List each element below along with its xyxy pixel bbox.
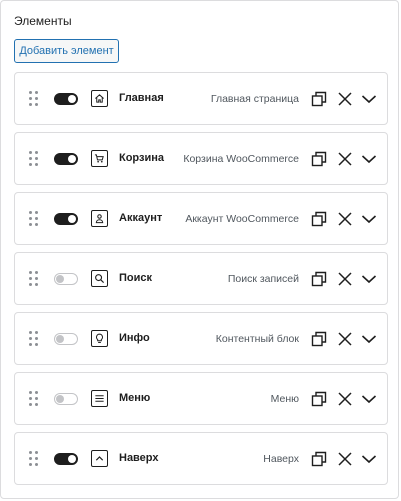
element-label: Инфо bbox=[119, 332, 150, 344]
remove-button[interactable] bbox=[337, 451, 353, 467]
panel-title: Элементы bbox=[14, 14, 72, 28]
user-icon bbox=[91, 210, 108, 227]
chevron-down-icon bbox=[361, 271, 377, 287]
home-icon bbox=[91, 90, 108, 107]
expand-button[interactable] bbox=[361, 91, 377, 107]
duplicate-button[interactable] bbox=[311, 211, 327, 227]
enable-toggle[interactable] bbox=[54, 93, 78, 105]
element-label: Аккаунт bbox=[119, 212, 163, 224]
drag-handle-icon[interactable] bbox=[29, 211, 39, 227]
remove-button[interactable] bbox=[337, 151, 353, 167]
element-row: Наверх Наверх bbox=[14, 432, 388, 485]
remove-button[interactable] bbox=[337, 331, 353, 347]
close-icon bbox=[337, 391, 353, 407]
element-row: Меню Меню bbox=[14, 372, 388, 425]
element-description: Меню bbox=[270, 393, 299, 405]
enable-toggle[interactable] bbox=[54, 213, 78, 225]
duplicate-button[interactable] bbox=[311, 451, 327, 467]
element-description: Наверх bbox=[263, 453, 299, 465]
close-icon bbox=[337, 211, 353, 227]
element-description: Корзина WooCommerce bbox=[183, 153, 299, 165]
drag-handle-icon[interactable] bbox=[29, 451, 39, 467]
expand-button[interactable] bbox=[361, 391, 377, 407]
remove-button[interactable] bbox=[337, 271, 353, 287]
expand-button[interactable] bbox=[361, 451, 377, 467]
menu-icon bbox=[91, 390, 108, 407]
chevron-down-icon bbox=[361, 451, 377, 467]
duplicate-icon bbox=[311, 271, 327, 287]
close-icon bbox=[337, 271, 353, 287]
element-label: Поиск bbox=[119, 272, 153, 284]
element-label: Наверх bbox=[119, 452, 159, 464]
chevron-down-icon bbox=[361, 211, 377, 227]
cart-icon bbox=[91, 150, 108, 167]
remove-button[interactable] bbox=[337, 91, 353, 107]
drag-handle-icon[interactable] bbox=[29, 151, 39, 167]
element-description: Аккаунт WooCommerce bbox=[185, 213, 299, 225]
duplicate-icon bbox=[311, 91, 327, 107]
remove-button[interactable] bbox=[337, 211, 353, 227]
chevron-down-icon bbox=[361, 91, 377, 107]
duplicate-button[interactable] bbox=[311, 271, 327, 287]
chevron-down-icon bbox=[361, 391, 377, 407]
chevron-down-icon bbox=[361, 151, 377, 167]
element-description: Поиск записей bbox=[227, 273, 299, 285]
chevron-up-icon bbox=[91, 450, 108, 467]
duplicate-icon bbox=[311, 451, 327, 467]
enable-toggle[interactable] bbox=[54, 333, 78, 345]
enable-toggle[interactable] bbox=[54, 153, 78, 165]
duplicate-icon bbox=[311, 211, 327, 227]
remove-button[interactable] bbox=[337, 391, 353, 407]
expand-button[interactable] bbox=[361, 331, 377, 347]
enable-toggle[interactable] bbox=[54, 453, 78, 465]
close-icon bbox=[337, 91, 353, 107]
duplicate-icon bbox=[311, 331, 327, 347]
elements-list: Главная Главная страница Корзина Корзина Wo… bbox=[14, 72, 388, 492]
close-icon bbox=[337, 451, 353, 467]
duplicate-icon bbox=[311, 391, 327, 407]
close-icon bbox=[337, 331, 353, 347]
duplicate-button[interactable] bbox=[311, 91, 327, 107]
enable-toggle[interactable] bbox=[54, 273, 78, 285]
expand-button[interactable] bbox=[361, 211, 377, 227]
drag-handle-icon[interactable] bbox=[29, 271, 39, 287]
element-row: Инфо Контентный блок bbox=[14, 312, 388, 365]
elements-panel: Элементы Добавить элемент Главная Главная… bbox=[0, 0, 399, 499]
expand-button[interactable] bbox=[361, 271, 377, 287]
enable-toggle[interactable] bbox=[54, 393, 78, 405]
duplicate-button[interactable] bbox=[311, 391, 327, 407]
close-icon bbox=[337, 151, 353, 167]
element-label: Главная bbox=[119, 92, 164, 104]
element-description: Контентный блок bbox=[215, 333, 299, 345]
element-row: Корзина Корзина WooCommerce bbox=[14, 132, 388, 185]
add-element-button[interactable]: Добавить элемент bbox=[14, 39, 119, 63]
search-icon bbox=[91, 270, 108, 287]
duplicate-button[interactable] bbox=[311, 331, 327, 347]
lightbulb-icon bbox=[91, 330, 108, 347]
element-description: Главная страница bbox=[210, 93, 299, 105]
chevron-down-icon bbox=[361, 331, 377, 347]
element-label: Меню bbox=[119, 392, 151, 404]
expand-button[interactable] bbox=[361, 151, 377, 167]
drag-handle-icon[interactable] bbox=[29, 91, 39, 107]
element-row: Аккаунт Аккаунт WooCommerce bbox=[14, 192, 388, 245]
element-row: Главная Главная страница bbox=[14, 72, 388, 125]
drag-handle-icon[interactable] bbox=[29, 391, 39, 407]
duplicate-icon bbox=[311, 151, 327, 167]
duplicate-button[interactable] bbox=[311, 151, 327, 167]
element-row: Поиск Поиск записей bbox=[14, 252, 388, 305]
drag-handle-icon[interactable] bbox=[29, 331, 39, 347]
element-label: Корзина bbox=[119, 152, 164, 164]
